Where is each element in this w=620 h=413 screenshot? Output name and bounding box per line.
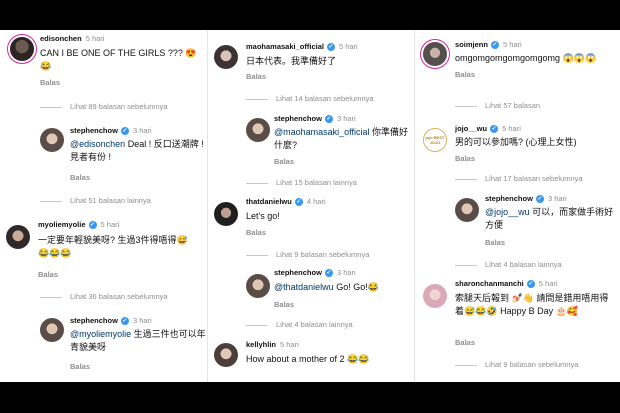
reply-text: @maohamasaki_official 你準備好什麼? — [274, 127, 409, 150]
avatar[interactable] — [40, 128, 64, 152]
verified-icon: ✓ — [326, 43, 335, 52]
view-replies-link[interactable]: Lihat 4 balasan lainnya — [246, 320, 353, 329]
comment-text: CAN I BE ONE OF THE GIRLS ??? 😍😂 — [40, 48, 197, 71]
avatar[interactable]: jojo BEST JOJO — [423, 128, 447, 152]
reply-username[interactable]: stephenchow ✓ 3 hari — [70, 316, 152, 326]
verified-icon: ✓ — [120, 127, 129, 136]
comment-username[interactable]: sharonchanmanchi ✓ 5 hari — [455, 279, 558, 289]
reply-username[interactable]: stephenchow ✓ 3 hari — [274, 114, 356, 124]
comment-text: 日本代表。我準備好了 — [246, 56, 337, 66]
reply-button[interactable]: Balas — [455, 338, 475, 347]
reply-text: @edisonchen Deal ! 反口送潮牌 ! 見者有份 ! — [70, 139, 204, 162]
avatar[interactable] — [214, 202, 238, 226]
comment-text: 索腿天后報到 💅🏻👋 請問是錯用唔用得着😅😂🤣 Happy B Day 🎂🥰 — [455, 293, 609, 316]
verified-icon: ✓ — [324, 269, 333, 278]
verified-icon: ✓ — [294, 198, 303, 207]
avatar[interactable] — [10, 37, 34, 61]
comment-panel-middle: maohamasaki_official ✓ 5 hari 日本代表。我準備好了 B… — [207, 30, 414, 382]
comment-username[interactable]: soimjenn ✓ 5 hari — [455, 40, 522, 50]
avatar[interactable] — [246, 118, 270, 142]
comment-username[interactable]: kellyhlin 5 hari — [246, 340, 299, 349]
avatar[interactable] — [6, 225, 30, 249]
reply-button[interactable]: Balas — [274, 300, 294, 309]
reply-username[interactable]: stephenchow ✓ 3 hari — [70, 126, 152, 136]
view-replies-link[interactable]: Lihat 9 balasan sebelumnya — [455, 360, 578, 369]
view-replies-link[interactable]: Lihat 4 balasan lainnya — [455, 260, 562, 269]
reply-button[interactable]: Balas — [485, 238, 505, 247]
view-replies-link[interactable]: Lihat 9 balasan sebelumnya — [246, 250, 369, 259]
view-replies-link[interactable]: Lihat 17 balasan sebelumnya — [455, 174, 583, 183]
comment-text: 一定要年輕貌美呀? 生過3件得唔得😅😂😂😂 — [38, 235, 188, 258]
reply-button[interactable]: Balas — [246, 228, 266, 237]
mention-link[interactable]: @maohamasaki_official — [274, 127, 370, 137]
reply-button[interactable]: Balas — [70, 173, 90, 182]
reply-button[interactable]: Balas — [455, 70, 475, 79]
avatar[interactable] — [423, 284, 447, 308]
view-replies-link[interactable]: Lihat 36 balasan sebelumnya — [40, 292, 168, 301]
view-replies-link[interactable]: Lihat 89 balasan sebelumnya — [40, 102, 168, 111]
comment-text: Let's go! — [246, 211, 280, 221]
comment-text: How about a mother of 2 😂😂 — [246, 354, 370, 364]
mention-link[interactable]: @edisonchen — [70, 139, 125, 149]
comment-panel-right: soimjenn ✓ 5 hari omgomgomgomgomgomg 😱😱😱 B… — [414, 30, 620, 382]
comment-username[interactable]: edisonchen 5 hari — [40, 34, 104, 43]
mention-link[interactable]: @jojo__wu — [485, 207, 530, 217]
avatar[interactable] — [40, 318, 64, 342]
reply-text: @jojo__wu 可以，而家做手術好方便 — [485, 207, 614, 230]
reply-text: @thatdanielwu Go! Go!😂 — [274, 282, 379, 292]
reply-button[interactable]: Balas — [40, 78, 60, 87]
avatar[interactable] — [423, 42, 447, 66]
reply-button[interactable]: Balas — [455, 154, 475, 163]
mention-link[interactable]: @myoliemyolie — [70, 329, 131, 339]
reply-button[interactable]: Balas — [70, 362, 90, 371]
reply-username[interactable]: stephenchow ✓ 3 hari — [485, 194, 567, 204]
comment-username[interactable]: jojo__wu ✓ 5 hari — [455, 124, 521, 134]
screenshot-frame: edisonchen 5 hari CAN I BE ONE OF THE GIR… — [0, 0, 620, 413]
reply-button[interactable]: Balas — [38, 270, 58, 279]
verified-icon: ✓ — [490, 41, 499, 50]
verified-icon: ✓ — [526, 280, 535, 289]
avatar[interactable] — [214, 343, 238, 367]
reply-username[interactable]: stephenchow ✓ 3 hari — [274, 268, 356, 278]
avatar[interactable] — [455, 198, 479, 222]
comment-panel-left: edisonchen 5 hari CAN I BE ONE OF THE GIR… — [0, 30, 207, 382]
verified-icon: ✓ — [120, 317, 129, 326]
view-replies-link[interactable]: Lihat 57 balasan — [455, 101, 540, 110]
mention-link[interactable]: @thatdanielwu — [274, 282, 334, 292]
verified-icon: ✓ — [490, 125, 499, 134]
comment-username[interactable]: thatdanielwu ✓ 4 hari — [246, 197, 326, 207]
reply-text: @myoliemyolie 生過三件也可以年青貌美呀 — [70, 329, 206, 352]
avatar[interactable] — [246, 274, 270, 298]
verified-icon: ✓ — [88, 221, 97, 230]
view-replies-link[interactable]: Lihat 15 balasan lainnya — [246, 178, 357, 187]
view-replies-link[interactable]: Lihat 14 balasan sebelumnya — [246, 94, 374, 103]
comment-username[interactable]: myoliemyolie ✓ 5 hari — [38, 220, 119, 230]
view-replies-link[interactable]: Lihat 51 balasan lainnya — [40, 196, 151, 205]
verified-icon: ✓ — [324, 115, 333, 124]
reply-button[interactable]: Balas — [246, 72, 266, 81]
comment-username[interactable]: maohamasaki_official ✓ 5 hari — [246, 42, 358, 52]
comment-text: 男的可以參加嗎? (心理上女性) — [455, 137, 577, 147]
verified-icon: ✓ — [535, 195, 544, 204]
avatar[interactable] — [214, 45, 238, 69]
comment-text: omgomgomgomgomgomg 😱😱😱 — [455, 53, 597, 63]
reply-button[interactable]: Balas — [274, 157, 294, 166]
